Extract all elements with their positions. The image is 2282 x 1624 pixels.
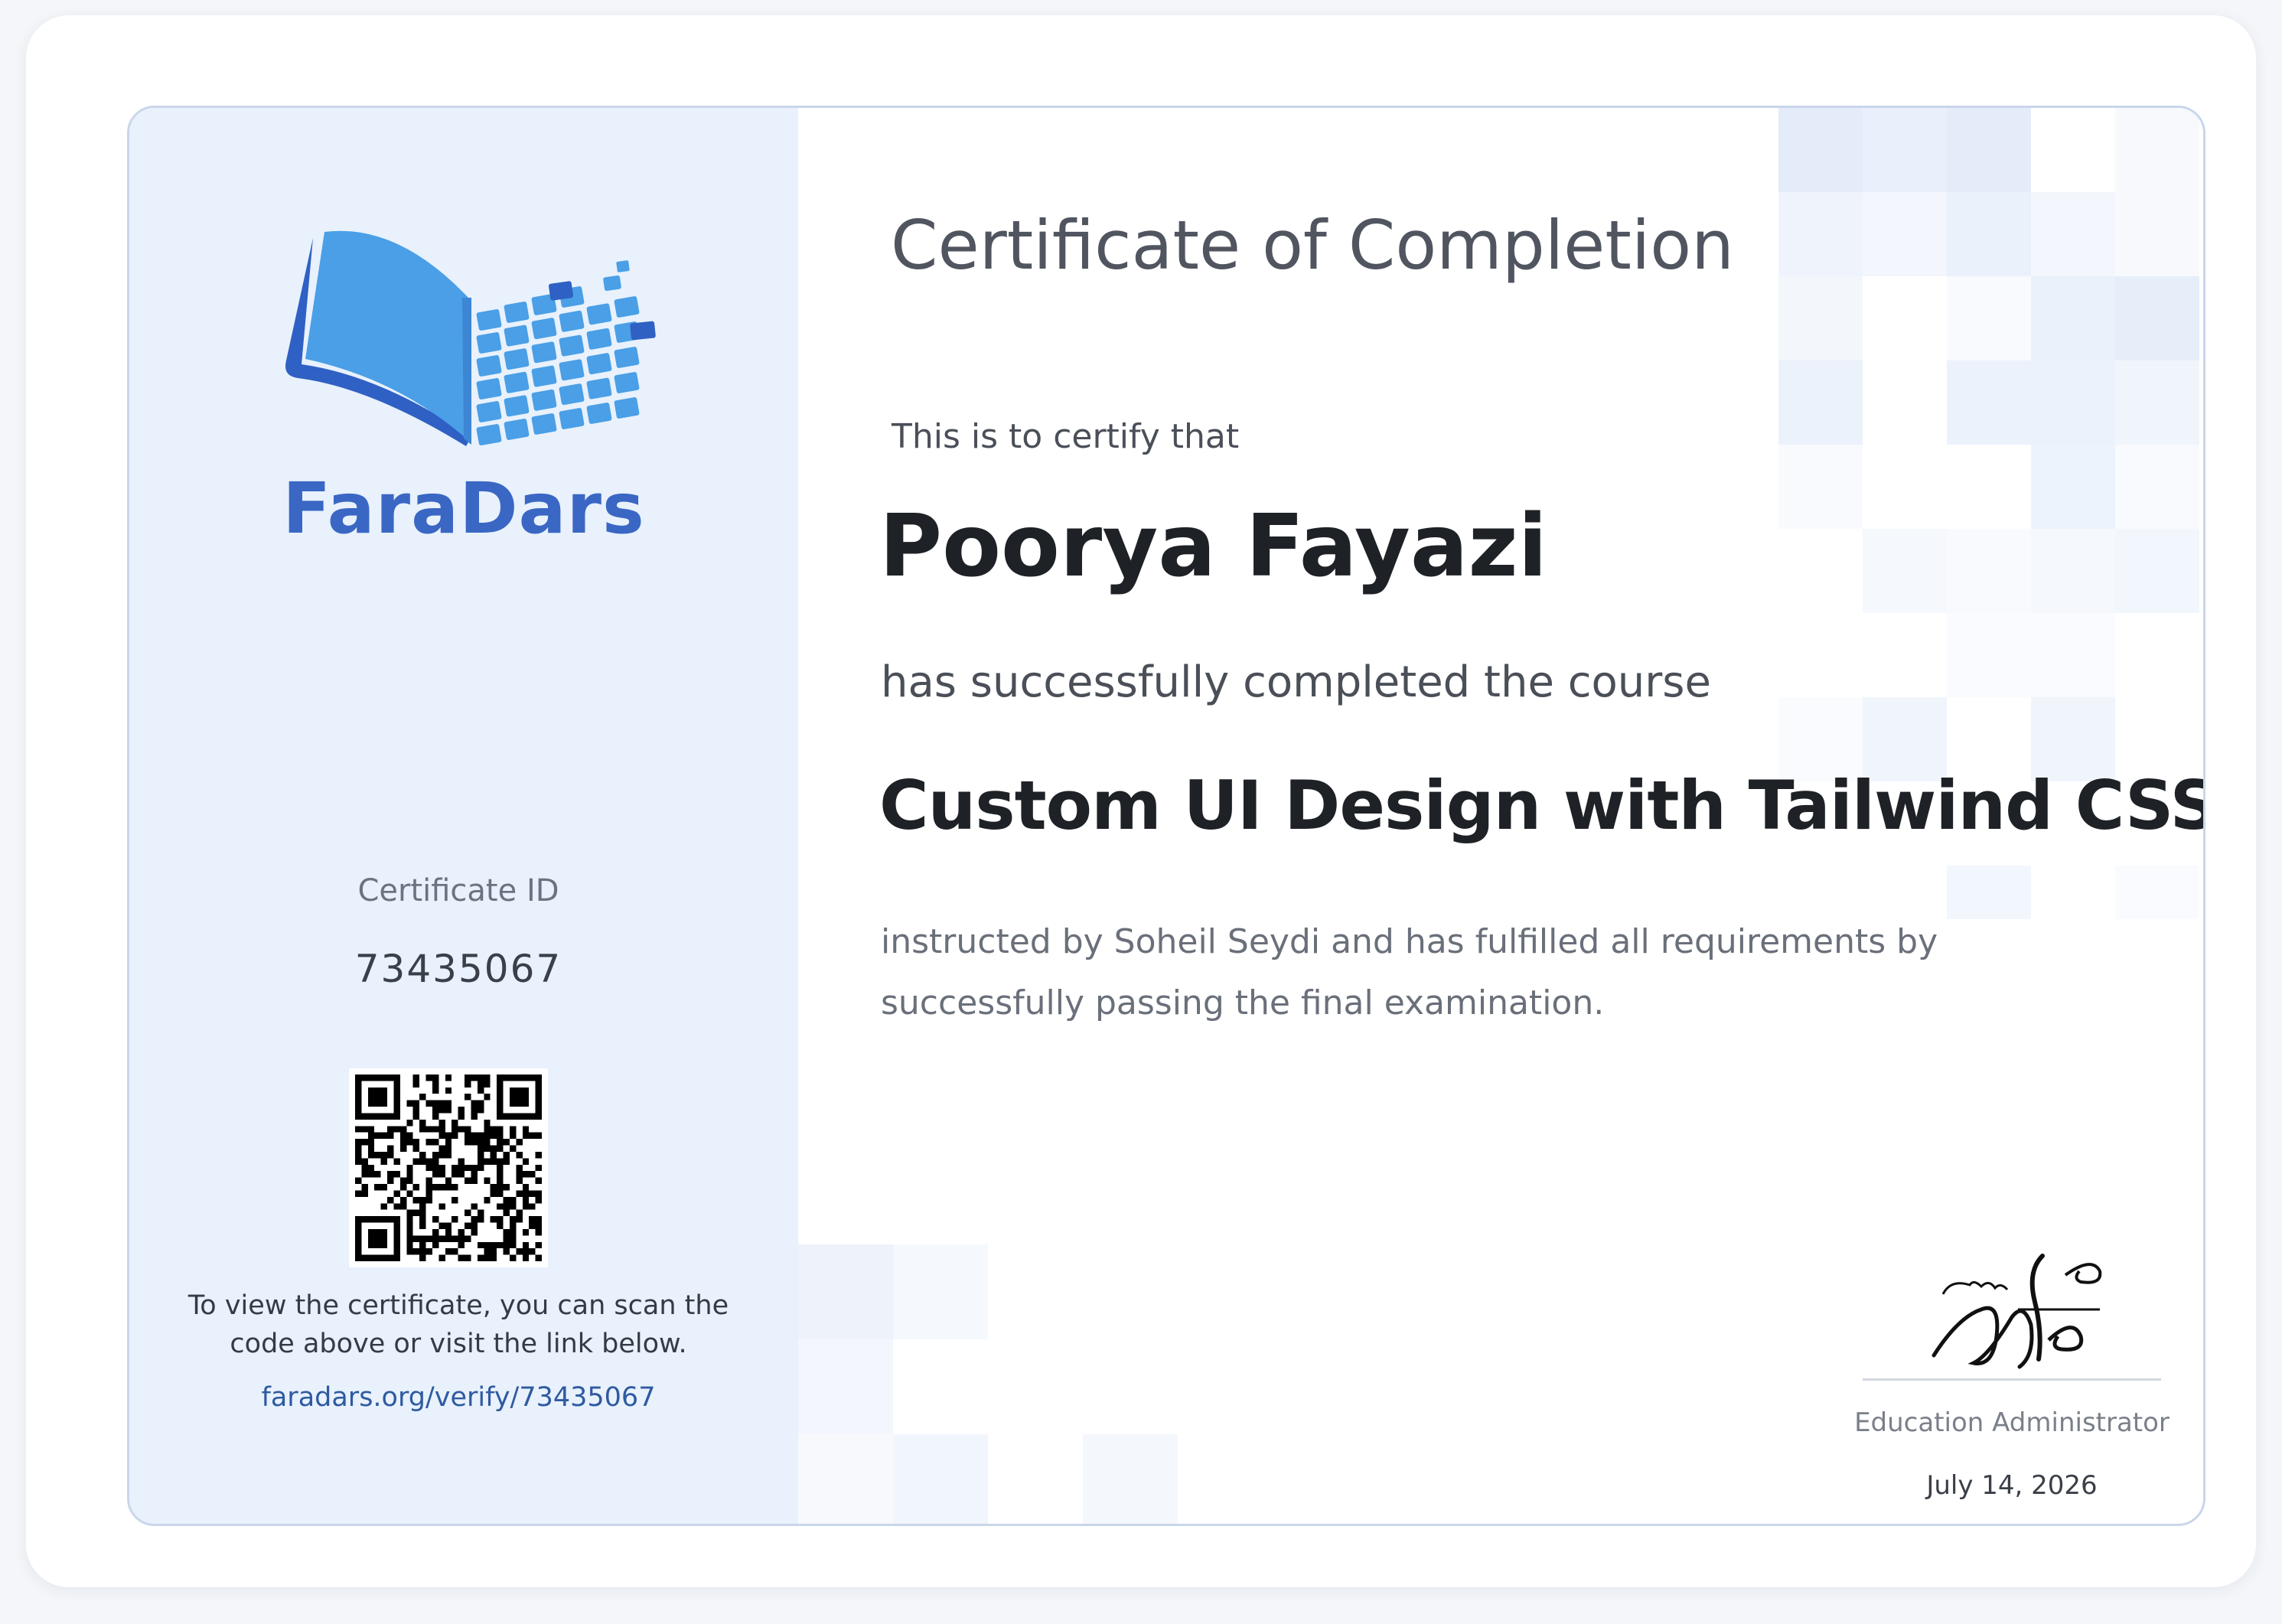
verify-link[interactable]: faradars.org/verify/73435067 bbox=[129, 1382, 787, 1413]
certificate-id-value: 73435067 bbox=[354, 947, 562, 991]
faradars-logo-icon bbox=[285, 230, 656, 446]
signature-icon bbox=[1932, 1254, 2102, 1369]
qr-code-icon[interactable] bbox=[349, 1068, 548, 1267]
certificate-id-label: Certificate ID bbox=[357, 873, 559, 908]
completed-line: has successfully completed the course bbox=[881, 657, 1711, 707]
page-background: FaraDars Certificate ID 73435067 To view… bbox=[26, 15, 2256, 1587]
signature-line bbox=[1863, 1378, 2161, 1381]
brand-name: FaraDars bbox=[282, 468, 645, 549]
certificate-title: Certificate of Completion bbox=[891, 206, 1734, 285]
certify-line: This is to certify that bbox=[892, 417, 1240, 456]
course-name: Custom UI Design with Tailwind CSS bbox=[879, 766, 2205, 845]
certificate-card: FaraDars Certificate ID 73435067 To view… bbox=[127, 106, 2205, 1526]
signatory-role: Education Administrator bbox=[1854, 1407, 2170, 1438]
recipient-name: Poorya Fayazi bbox=[879, 497, 1548, 596]
course-description: instructed by Soheil Seydi and has fulfi… bbox=[881, 922, 1938, 1022]
issue-date: July 14, 2026 bbox=[1926, 1470, 2098, 1501]
left-panel: FaraDars Certificate ID 73435067 To view… bbox=[129, 108, 798, 1524]
scan-instructions: To view the certificate, you can scan th… bbox=[187, 1290, 729, 1359]
decorative-mosaic-bottom-left bbox=[798, 1244, 1178, 1524]
